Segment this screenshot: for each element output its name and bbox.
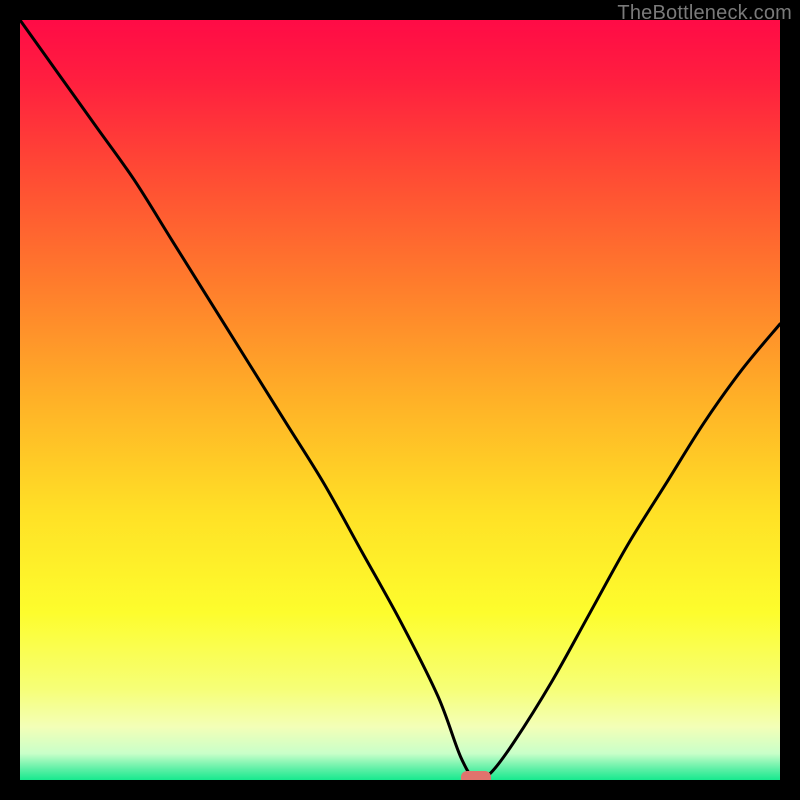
bottleneck-chart: [20, 20, 780, 780]
gradient-background: [20, 20, 780, 780]
plot-area: [20, 20, 780, 780]
minimum-marker: [461, 771, 491, 780]
chart-frame: TheBottleneck.com: [0, 0, 800, 800]
watermark-text: TheBottleneck.com: [617, 2, 792, 25]
